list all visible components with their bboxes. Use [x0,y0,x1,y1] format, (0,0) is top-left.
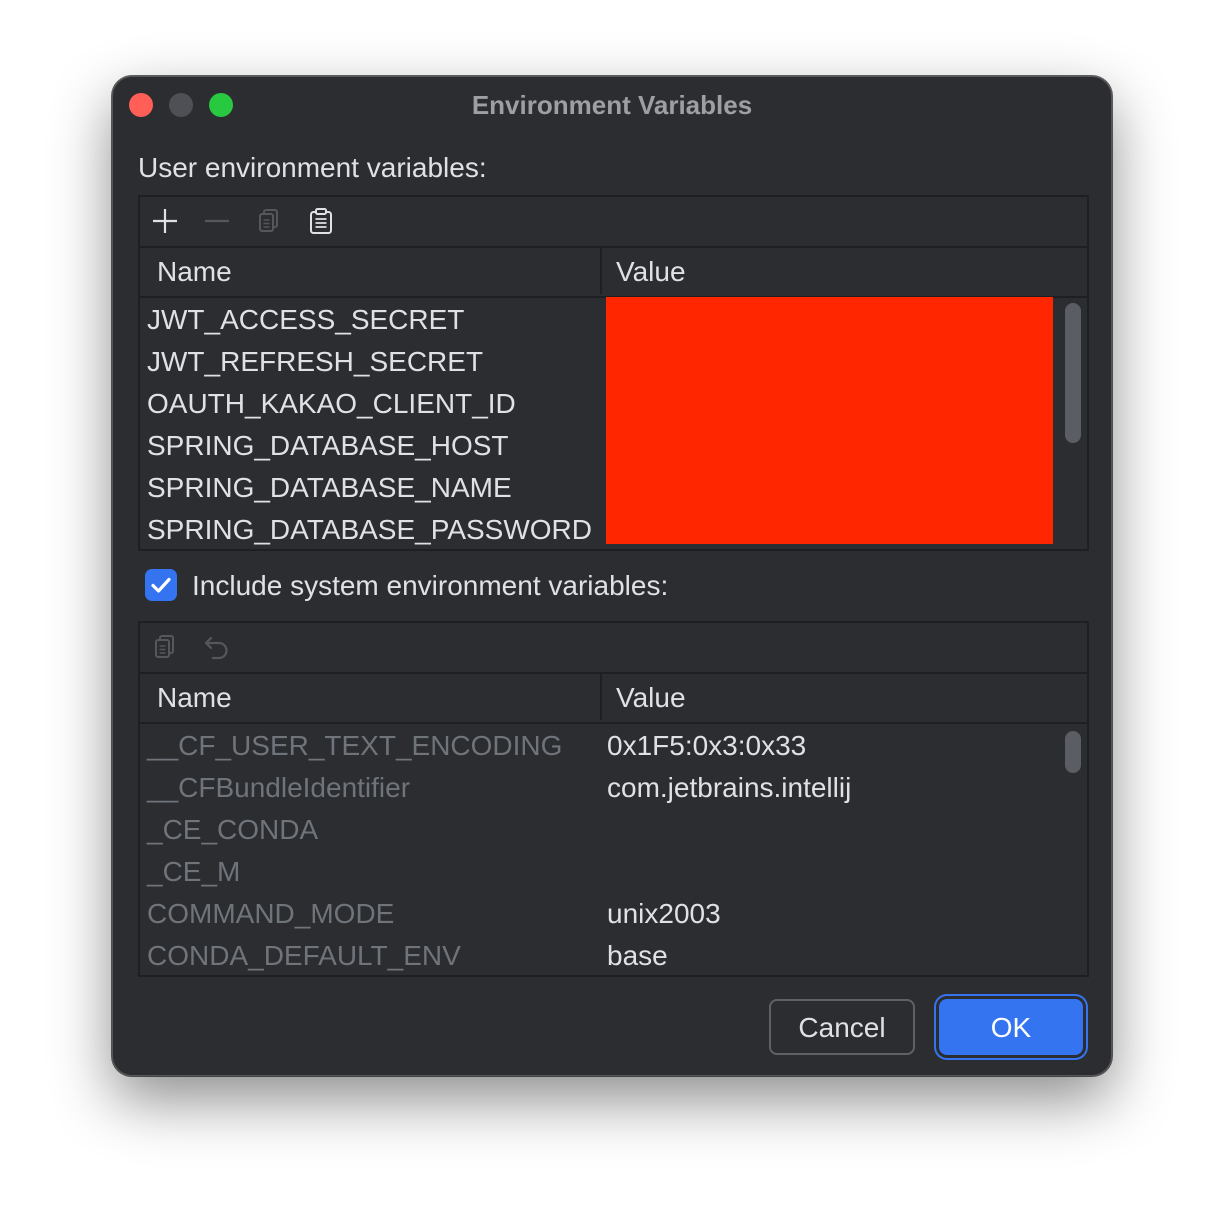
table-row[interactable]: __CF_USER_TEXT_ENCODING 0x1F5:0x3:0x33 [140,725,1087,767]
user-variables-label: User environment variables: [138,152,487,183]
add-icon[interactable] [150,206,180,236]
variable-name: JWT_ACCESS_SECRET [147,304,465,335]
window-title: Environment Variables [471,90,753,120]
variable-value: unix2003 [607,898,721,929]
user-table-header: Name Value [140,246,1087,298]
column-header-value[interactable]: Value [616,672,686,722]
variable-name: _CE_CONDA [147,814,319,845]
variable-name: SPRING_DATABASE_NAME [147,472,512,503]
user-variables-panel: Name Value JWT_ACCESS_SECRET JWT_REFRESH… [138,195,1089,551]
variable-name: CONDA_DEFAULT_ENV [147,940,461,971]
include-system-variables-checkbox[interactable] [145,569,177,601]
remove-icon[interactable] [202,206,232,236]
table-row[interactable]: _CE_CONDA [140,809,1087,851]
variable-name: _CE_M [147,856,241,887]
column-divider[interactable] [600,674,602,720]
paste-icon[interactable] [306,206,336,236]
column-header-value[interactable]: Value [616,246,686,296]
table-row[interactable]: COMMAND_MODE unix2003 [140,893,1087,935]
column-header-name[interactable]: Name [157,246,232,296]
copy-icon[interactable] [254,206,284,236]
system-table-header: Name Value [140,672,1087,724]
table-row[interactable]: __CFBundleIdentifier com.jetbrains.intel… [140,767,1087,809]
column-divider[interactable] [600,248,602,294]
user-variables-toolbar [140,197,1087,248]
redacted-values-block [606,297,1053,544]
system-table-scrollbar[interactable] [1065,731,1081,773]
system-variables-panel: Name Value __CF_USER_TEXT_ENCODING 0x1F5… [138,621,1089,977]
column-header-name[interactable]: Name [157,672,232,722]
title-bar[interactable]: Environment Variables [113,77,1111,133]
variable-name: __CFBundleIdentifier [147,772,411,803]
variable-value: 0x1F5:0x3:0x33 [607,730,807,761]
ok-button[interactable]: OK [939,999,1083,1055]
variable-value: base [607,940,668,971]
table-row[interactable]: CONDA_DEFAULT_ENV base [140,935,1087,975]
variable-name: COMMAND_MODE [147,898,395,929]
variable-value: com.jetbrains.intellij [607,772,852,803]
variable-name: SPRING_DATABASE_HOST [147,430,509,461]
system-variables-toolbar [140,623,1087,674]
variable-name: SPRING_DATABASE_PASSWORD [147,514,592,545]
undo-icon[interactable] [202,632,232,662]
environment-variables-dialog: Environment Variables User environment v… [112,76,1112,1076]
variable-name: __CF_USER_TEXT_ENCODING [147,730,563,761]
copy-icon[interactable] [150,632,180,662]
table-row[interactable]: _CE_M [140,851,1087,893]
include-system-variables-label[interactable]: Include system environment variables: [192,569,668,603]
variable-name: OAUTH_KAKAO_CLIENT_ID [147,388,516,419]
cancel-button[interactable]: Cancel [769,999,915,1055]
variable-name: JWT_REFRESH_SECRET [147,346,484,377]
user-table-scrollbar[interactable] [1065,303,1081,443]
